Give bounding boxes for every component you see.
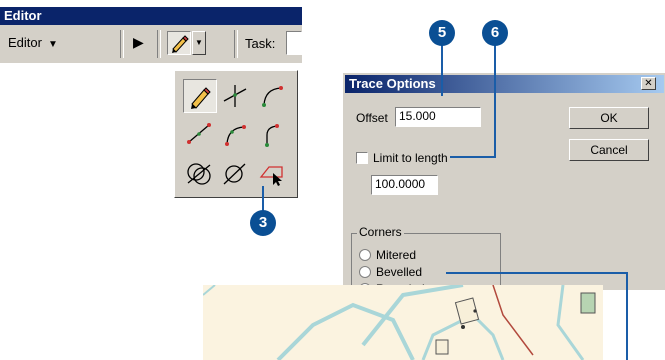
trace-options-dialog: Trace Options ✕ Offset 15.000 OK Cancel … — [342, 72, 665, 290]
offset-label: Offset — [356, 111, 388, 125]
editor-toolbar: Editor Editor ▼ ▶ ▼ Task: — [0, 7, 302, 63]
editor-menu-label: Editor — [8, 35, 42, 50]
close-button[interactable]: ✕ — [641, 77, 656, 90]
corners-group-label: Corners — [357, 225, 404, 239]
sketch-tool-button[interactable] — [167, 31, 191, 55]
cancel-button[interactable]: Cancel — [569, 139, 649, 161]
task-dropdown[interactable] — [286, 31, 302, 55]
ok-button[interactable]: OK — [569, 107, 649, 129]
editor-toolbar-row: Editor ▼ ▶ ▼ Task: — [0, 25, 302, 63]
corners-group — [351, 233, 501, 290]
pencil-icon — [172, 35, 189, 53]
close-icon: ✕ — [644, 78, 653, 89]
limit-to-length-label: Limit to length — [373, 151, 448, 165]
endpoint-arc-tool-icon[interactable] — [219, 117, 253, 151]
offset-input[interactable]: 15.000 — [395, 107, 481, 127]
toolbar-separator — [234, 30, 238, 58]
callout-6-leader-line — [450, 156, 496, 158]
editor-toolbar-title: Editor — [0, 7, 302, 25]
bevelled-leader-line — [626, 272, 628, 360]
distance-distance-tool-icon[interactable] — [183, 117, 217, 151]
edit-tool-pointer-icon[interactable]: ▶ — [133, 34, 144, 51]
bevelled-leader-line — [446, 272, 628, 274]
length-input[interactable]: 100.0000 — [371, 175, 438, 195]
trace-tool-icon[interactable] — [255, 157, 289, 191]
callout-step-5: 5 — [429, 20, 455, 46]
callout-step-6: 6 — [482, 20, 508, 46]
callout-6-leader-line — [494, 44, 496, 157]
bevelled-label: Bevelled — [376, 265, 423, 279]
toolbar-separator — [157, 30, 161, 58]
map-view[interactable] — [203, 285, 603, 360]
dialog-title: Trace Options — [345, 75, 664, 93]
editor-menu-button[interactable]: Editor ▼ — [8, 35, 58, 50]
intersection-tool-icon[interactable] — [183, 157, 217, 191]
bevelled-radio[interactable] — [359, 266, 371, 278]
callout-5-leader-line — [441, 44, 443, 96]
chevron-down-icon: ▼ — [47, 39, 58, 50]
chevron-down-icon: ▼ — [195, 38, 203, 47]
toolbar-separator — [120, 30, 124, 58]
direction-tool-icon[interactable] — [219, 157, 253, 191]
tangent-curve-tool-icon[interactable] — [255, 117, 289, 151]
midpoint-tool-icon[interactable] — [219, 79, 253, 113]
mitered-label: Mitered — [376, 248, 417, 262]
sketch-tool-dropdown[interactable]: ▼ — [192, 31, 206, 55]
arc-tool-icon[interactable] — [255, 79, 289, 113]
sketch-tool-pencil-icon[interactable] — [183, 79, 217, 113]
map-parcels — [203, 285, 596, 360]
callout-step-3: 3 — [250, 210, 276, 236]
task-label: Task: — [245, 36, 276, 51]
sketch-tool-palette — [174, 70, 298, 198]
limit-to-length-checkbox[interactable] — [356, 152, 368, 164]
mitered-radio[interactable] — [359, 249, 371, 261]
